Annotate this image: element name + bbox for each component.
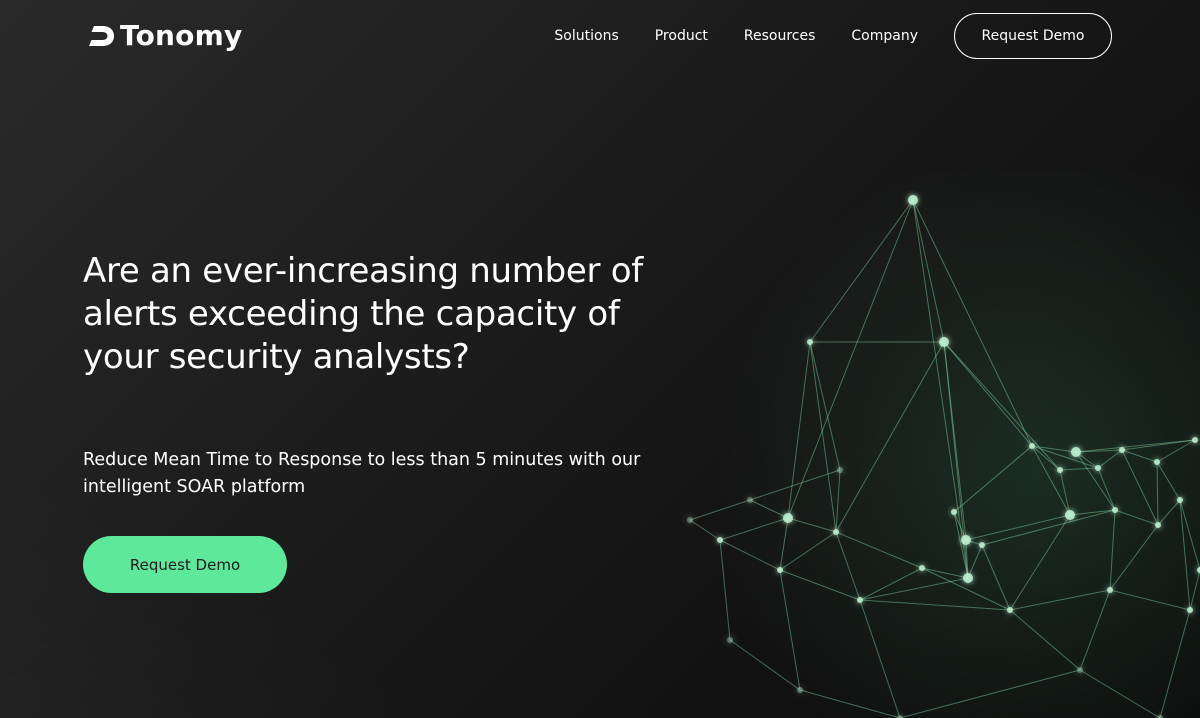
network-node bbox=[1095, 465, 1101, 471]
network-node bbox=[1119, 447, 1125, 453]
network-node bbox=[979, 542, 985, 548]
network-node bbox=[1154, 459, 1160, 465]
network-graphic bbox=[660, 170, 1200, 718]
network-node bbox=[961, 535, 971, 545]
network-node bbox=[1057, 467, 1063, 473]
network-node bbox=[833, 529, 839, 535]
landing-page: Tonomy Solutions Product Resources Compa… bbox=[0, 0, 1200, 718]
network-node bbox=[1065, 510, 1075, 520]
nav-product[interactable]: Product bbox=[655, 28, 708, 44]
network-node bbox=[837, 467, 843, 473]
network-node bbox=[783, 513, 793, 523]
network-node bbox=[807, 339, 813, 345]
hero-request-demo-button[interactable]: Request Demo bbox=[83, 536, 287, 593]
site-header: Tonomy Solutions Product Resources Compa… bbox=[0, 0, 1200, 72]
network-node bbox=[1107, 587, 1113, 593]
network-node bbox=[1029, 443, 1035, 449]
network-node bbox=[963, 573, 973, 583]
network-node bbox=[951, 509, 957, 515]
nav-resources[interactable]: Resources bbox=[744, 28, 816, 44]
nav-solutions[interactable]: Solutions bbox=[554, 28, 618, 44]
network-node bbox=[919, 565, 925, 571]
network-node bbox=[1007, 607, 1013, 613]
brand-logo[interactable]: Tonomy bbox=[88, 18, 242, 54]
network-node bbox=[747, 497, 753, 503]
network-node bbox=[727, 637, 733, 643]
network-node bbox=[939, 337, 949, 347]
hero-title: Are an ever-increasing number of alerts … bbox=[83, 251, 643, 377]
network-node bbox=[857, 597, 863, 603]
network-node bbox=[1155, 522, 1161, 528]
main-nav: Solutions Product Resources Company Requ… bbox=[554, 13, 1112, 59]
network-node bbox=[1192, 437, 1198, 443]
stylized-d-icon bbox=[89, 26, 114, 46]
header-request-demo-button[interactable]: Request Demo bbox=[954, 13, 1112, 59]
network-node bbox=[1071, 447, 1081, 457]
brand-name: Tonomy bbox=[120, 19, 243, 52]
network-node bbox=[687, 517, 693, 523]
network-node bbox=[1177, 497, 1183, 503]
nav-company[interactable]: Company bbox=[851, 28, 918, 44]
network-node bbox=[1112, 507, 1118, 513]
network-node bbox=[1187, 607, 1193, 613]
hero-subtitle: Reduce Mean Time to Response to less tha… bbox=[83, 450, 641, 497]
network-node bbox=[777, 567, 783, 573]
network-node bbox=[1077, 667, 1083, 673]
network-node bbox=[908, 195, 918, 205]
network-node bbox=[717, 537, 723, 543]
network-node bbox=[797, 687, 803, 693]
